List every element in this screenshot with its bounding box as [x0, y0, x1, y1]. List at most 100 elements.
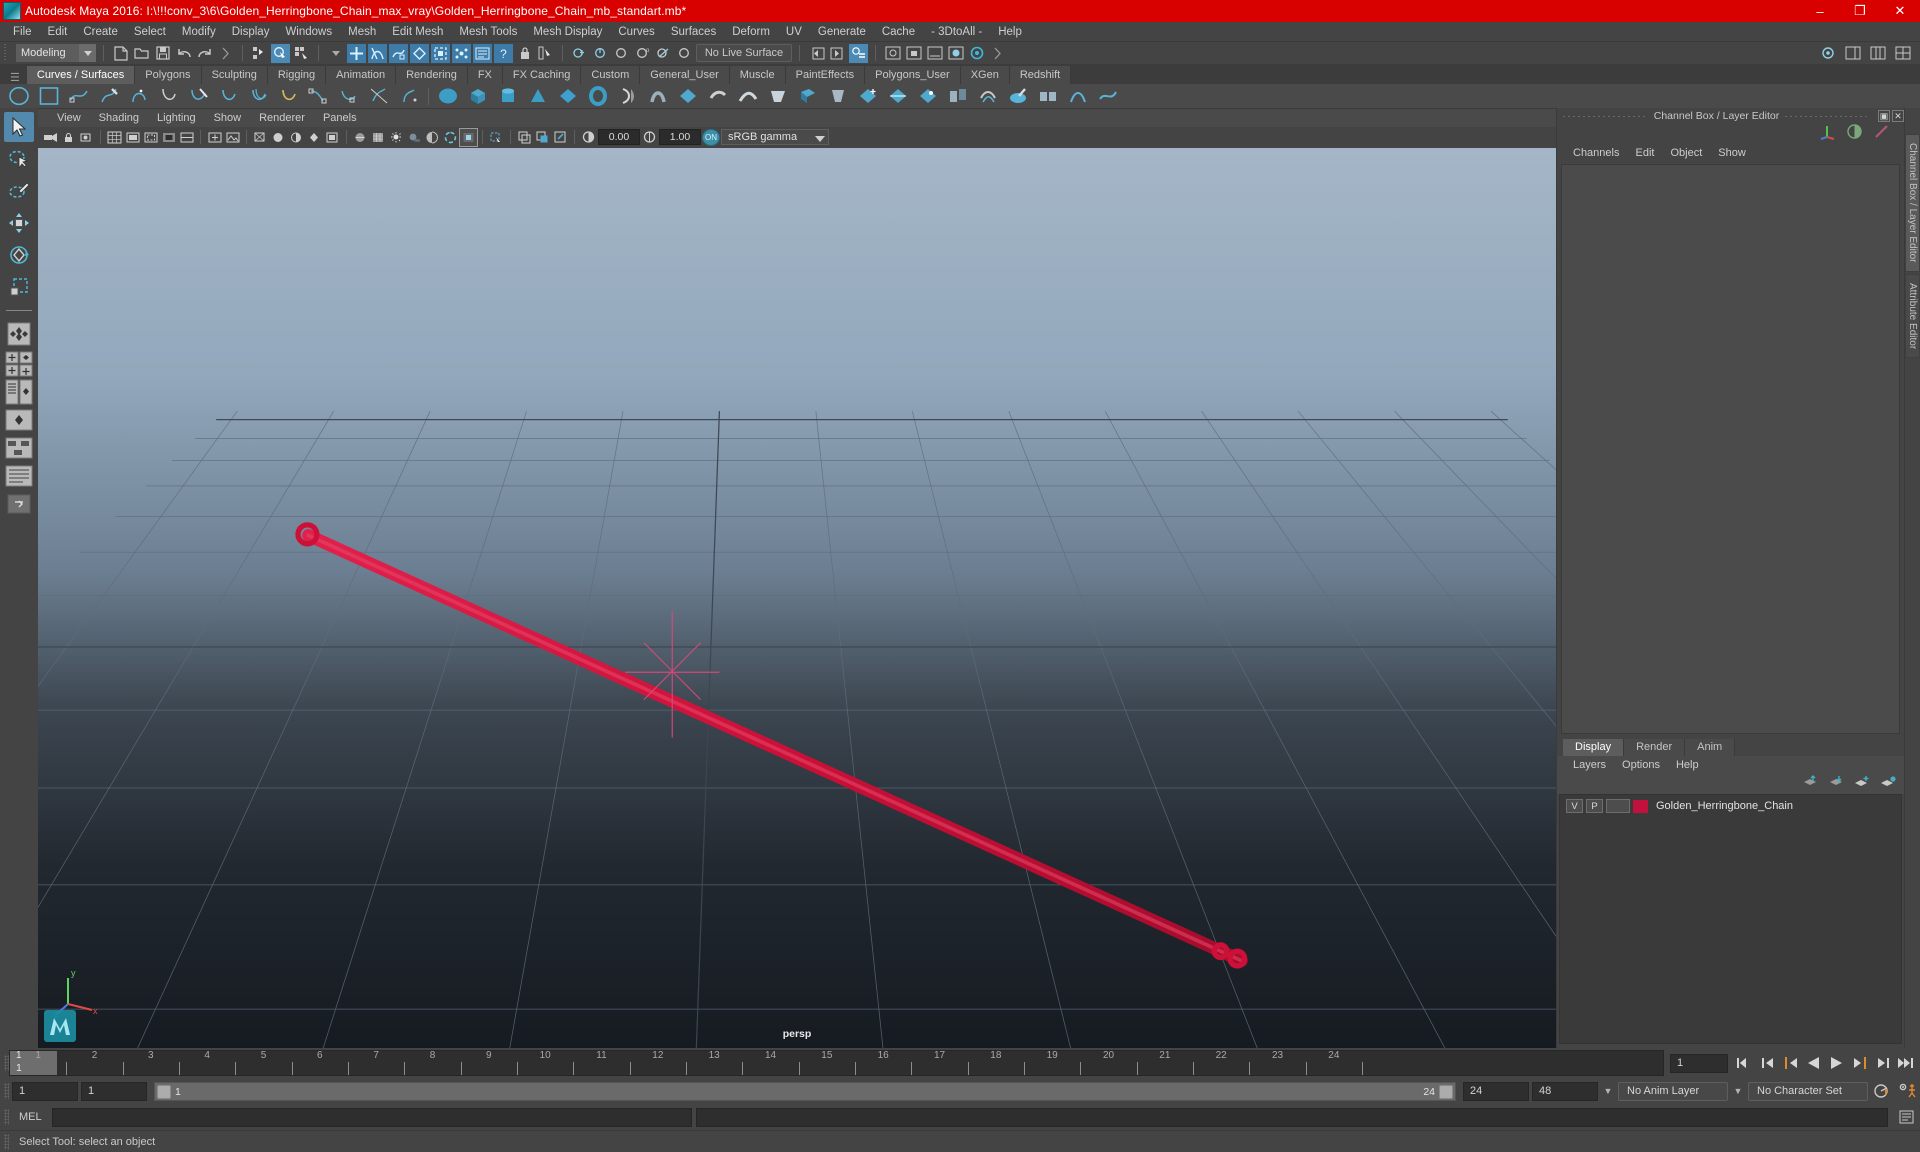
vtab-attribute-editor[interactable]: Attribute Editor — [1905, 273, 1920, 358]
gate-mask-icon[interactable] — [160, 129, 177, 146]
auto-keyframe-toggle-icon[interactable] — [1871, 1083, 1893, 1099]
persp-only-layout-icon[interactable] — [4, 407, 34, 433]
hypergraph-layout-icon[interactable] — [4, 435, 34, 461]
live-surface-field[interactable]: No Live Surface — [696, 44, 792, 62]
layer-playback-toggle[interactable]: P — [1586, 799, 1603, 813]
playback-end-time-field[interactable]: 24 — [1463, 1081, 1529, 1101]
layer-shading-toggle[interactable] — [1606, 799, 1630, 813]
menu-create[interactable]: Create — [75, 22, 126, 42]
menu-mesh[interactable]: Mesh — [340, 22, 384, 42]
toolbar-collapse-icon[interactable] — [216, 44, 235, 63]
shelf-tab-fx-caching[interactable]: FX Caching — [502, 66, 582, 84]
layers-menu-options[interactable]: Options — [1614, 759, 1668, 771]
time-slider[interactable]: 1 1 1 2 3 4 5 6 7 8 9 10 11 12 13 14 15 16 17 18 19 20 21 22 2… — [9, 1050, 1664, 1076]
surface-display-icon[interactable] — [1067, 86, 1089, 106]
lights-toggle-icon[interactable] — [388, 129, 405, 146]
menu-modify[interactable]: Modify — [174, 22, 224, 42]
viewport-menu-panels[interactable]: Panels — [314, 112, 366, 124]
shelf-tab-general-user[interactable]: General_User — [640, 66, 730, 84]
shadows-toggle-icon[interactable] — [406, 129, 423, 146]
select-by-object-type-icon[interactable] — [271, 43, 290, 63]
go-to-end-icon[interactable] — [1897, 1055, 1914, 1071]
curve-duplicate-icon[interactable] — [398, 86, 420, 106]
viewport-menu-lighting[interactable]: Lighting — [148, 112, 205, 124]
deselect-icon[interactable] — [654, 44, 673, 63]
shelf-grip[interactable]: ☰ — [10, 71, 27, 84]
select-by-component-type-icon[interactable] — [292, 44, 311, 63]
menu-select[interactable]: Select — [126, 22, 174, 42]
camera-attributes-icon[interactable] — [78, 129, 95, 146]
channelbox-menu-object[interactable]: Object — [1662, 147, 1710, 159]
vtab-channel-box-layer-editor[interactable]: Channel Box / Layer Editor — [1905, 134, 1920, 272]
film-gate-icon[interactable] — [124, 129, 141, 146]
step-back-frame-icon[interactable] — [1759, 1055, 1776, 1071]
xray-joints-icon[interactable] — [534, 129, 551, 146]
pencil-curve-tool-icon[interactable] — [98, 86, 120, 106]
last-tool-used-icon[interactable] — [4, 319, 34, 349]
script-editor-icon[interactable] — [1896, 1110, 1916, 1124]
layers-menu-layers[interactable]: Layers — [1565, 759, 1614, 771]
shelf-tab-animation[interactable]: Animation — [326, 66, 397, 84]
command-input[interactable] — [51, 1107, 692, 1127]
cv-curve-tool-icon[interactable] — [128, 86, 150, 106]
viewport-menu-renderer[interactable]: Renderer — [250, 112, 314, 124]
viewport-menu-shading[interactable]: Shading — [90, 112, 148, 124]
intersect-surfaces-icon[interactable] — [887, 86, 909, 106]
image-plane-icon[interactable] — [224, 129, 241, 146]
viewport-menu-view[interactable]: View — [48, 112, 90, 124]
new-scene-icon[interactable] — [111, 44, 130, 63]
lock-camera-icon[interactable] — [60, 129, 77, 146]
minimize-button[interactable]: – — [1800, 0, 1840, 22]
menu-set-selector[interactable]: Modeling — [16, 44, 96, 62]
workspace-selector-icon[interactable] — [1818, 44, 1837, 63]
layer-visibility-toggle[interactable]: V — [1566, 799, 1583, 813]
channel-box-icon[interactable] — [1846, 123, 1863, 145]
close-panel-icon[interactable]: ✕ — [1892, 110, 1904, 122]
help-line-grip[interactable] — [4, 1133, 9, 1150]
quad-layout-icon[interactable] — [4, 351, 34, 377]
paint-select-tool-icon[interactable] — [4, 176, 34, 206]
viewport-3d[interactable]: y x z persp — [38, 147, 1556, 1048]
undo-icon[interactable] — [174, 44, 193, 63]
menu-edit[interactable]: Edit — [40, 22, 76, 42]
anim-layer-selector[interactable]: No Anim Layer — [1618, 1081, 1728, 1101]
gamma-field[interactable]: 1.00 — [659, 129, 701, 146]
menu-deform[interactable]: Deform — [724, 22, 778, 42]
texture-toggle-icon[interactable] — [370, 129, 387, 146]
toggle-selection-icon[interactable] — [612, 44, 631, 63]
character-set-chevron-icon[interactable]: ▼ — [1731, 1082, 1745, 1101]
xray-toggle-icon[interactable] — [516, 129, 533, 146]
channelbox-menu-show[interactable]: Show — [1710, 147, 1754, 159]
scale-tool-icon[interactable] — [4, 272, 34, 302]
resolution-gate-icon[interactable] — [142, 129, 159, 146]
channelbox-menu-edit[interactable]: Edit — [1627, 147, 1662, 159]
move-tool-icon[interactable] — [4, 208, 34, 238]
nurbs-torus-icon[interactable] — [587, 86, 609, 106]
rebuild-curve-icon[interactable] — [278, 86, 300, 106]
revolve-icon[interactable] — [617, 86, 639, 106]
new-layer-icon[interactable] — [1854, 775, 1870, 793]
range-slider[interactable]: 1 24 — [154, 1081, 1456, 1101]
help-question-icon[interactable]: ? — [494, 43, 513, 63]
outliner-persp-layout-icon[interactable] — [4, 379, 34, 405]
curve-fillet-icon[interactable] — [308, 86, 330, 106]
attach-curves-icon[interactable] — [188, 86, 210, 106]
time-cursor[interactable]: 1 1 — [10, 1051, 57, 1075]
shelf-tab-rigging[interactable]: Rigging — [267, 66, 327, 84]
dock-grip[interactable] — [1905, 118, 1920, 132]
shelf-tab-redshift[interactable]: Redshift — [1009, 66, 1072, 84]
sculpt-geometry-icon[interactable] — [1007, 86, 1029, 106]
boundary-icon[interactable] — [767, 86, 789, 106]
playback-start-time-field[interactable]: 1 — [81, 1081, 147, 1101]
bevel-plus-icon[interactable] — [857, 86, 879, 106]
remove-selection-icon[interactable] — [591, 44, 610, 63]
attribute-editor-toggle-icon[interactable] — [849, 43, 868, 63]
nurbs-square-icon[interactable] — [38, 86, 60, 106]
show-manipulators-icon[interactable] — [1819, 123, 1836, 145]
isolate-select-icon[interactable] — [488, 129, 505, 146]
command-language-label[interactable]: MEL — [13, 1111, 48, 1123]
sidebar-toggle-2-icon[interactable] — [1868, 44, 1887, 63]
snap-to-view-planes-icon[interactable] — [431, 43, 450, 63]
multisample-aa-icon[interactable] — [459, 127, 478, 147]
square-surface-icon[interactable] — [797, 86, 819, 106]
